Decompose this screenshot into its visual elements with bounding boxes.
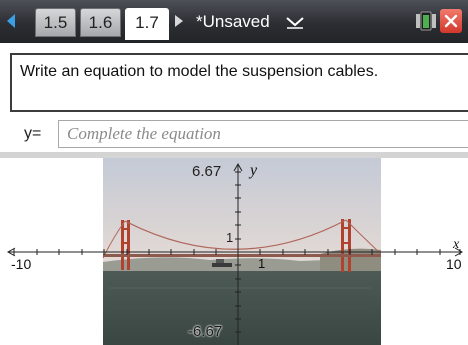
answer-row: y= [0, 116, 468, 152]
x-unit-label: 1 [258, 256, 266, 271]
y-unit-label: 1 [226, 230, 234, 245]
previous-page-arrow-icon[interactable] [7, 14, 15, 28]
close-icon[interactable] [440, 9, 462, 33]
x-axis-label: x [453, 237, 460, 252]
coordinate-axes [6, 162, 464, 345]
equation-prefix-label: y= [24, 125, 42, 142]
chevron-down-icon[interactable] [285, 13, 305, 29]
graph-area[interactable]: 6.67 y -10 10 x 1 1 -6.67 [0, 158, 468, 345]
question-panel: Write an equation to model the suspensio… [10, 53, 468, 112]
title-bar: 1.5 1.6 1.7 *Unsaved [0, 0, 468, 43]
question-text: Write an equation to model the suspensio… [20, 63, 379, 80]
y-min-label: -6.67 [188, 323, 223, 340]
tab-page-1-6[interactable]: 1.6 [80, 8, 121, 37]
next-page-arrow-icon[interactable] [175, 15, 183, 27]
document-title: *Unsaved [196, 12, 270, 31]
tab-page-1-5[interactable]: 1.5 [35, 8, 76, 37]
equation-input[interactable] [58, 120, 468, 148]
y-max-label: 6.67 [192, 163, 222, 180]
x-min-label: -10 [11, 256, 32, 272]
battery-icon [416, 11, 436, 31]
tab-page-1-7[interactable]: 1.7 [125, 8, 169, 40]
x-max-label: 10 [446, 256, 462, 272]
y-axis-label: y [250, 162, 258, 179]
